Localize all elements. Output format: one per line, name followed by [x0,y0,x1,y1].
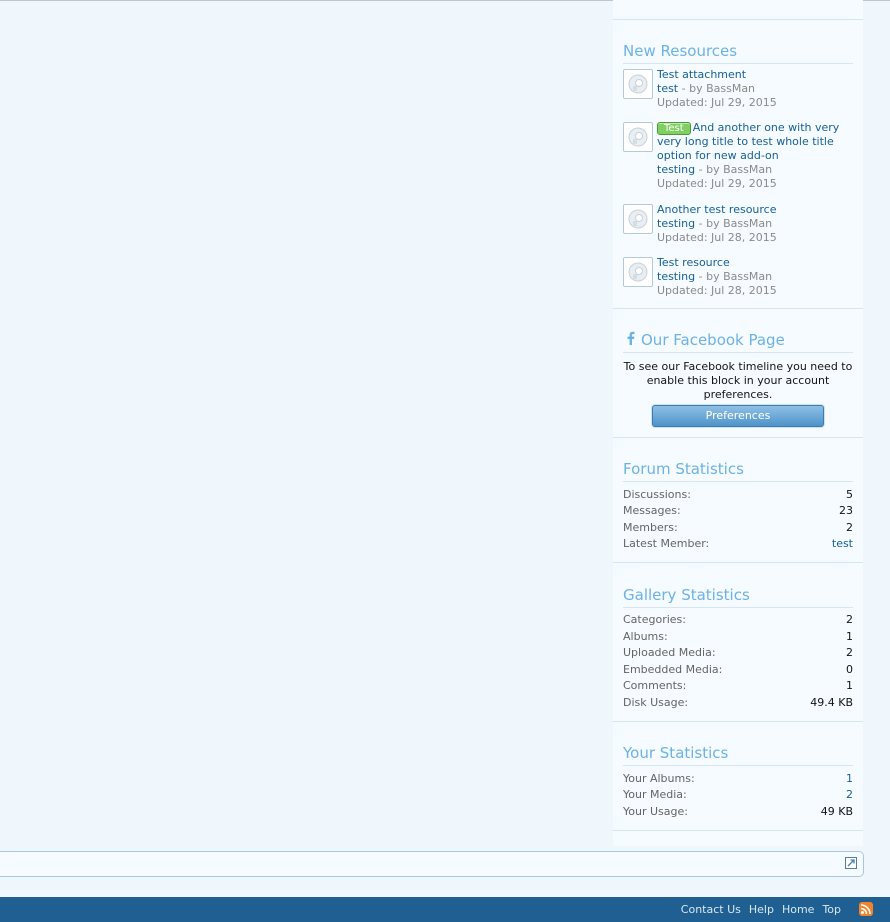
resource-title[interactable]: Test attachment [657,68,853,82]
footer: Contact Us Help Home Top [0,897,890,922]
resource-category[interactable]: testing [657,270,695,283]
footer-link-help[interactable]: Help [749,903,774,916]
facebook-icon [627,331,637,349]
stat-label: Members: [623,521,678,534]
stat-label: Albums: [623,630,668,643]
resource-author: - by BassMan [681,82,756,95]
gallery-statistics-block: Gallery Statistics Categories: 2 Albums: 1… [623,586,853,716]
block-divider [613,19,863,20]
your-statistics-block: Your Statistics Your Albums: 1 Your Media… [623,744,853,824]
gallery-statistics-heading: Gallery Statistics [623,586,853,608]
footer-links: Contact Us Help Home Top [673,903,841,916]
stat-value: 23 [839,504,853,517]
stat-label: Disk Usage: [623,696,689,709]
footer-link-home[interactable]: Home [782,903,814,916]
stat-value: 2 [846,521,853,534]
your-albums-link[interactable]: 1 [846,772,853,786]
share-bar [0,851,864,877]
stat-label: Categories: [623,613,686,626]
stat-label: Your Usage: [623,805,688,818]
stat-label: Your Media: [623,788,687,801]
facebook-block: Our Facebook Page To see our Facebook ti… [623,331,853,431]
new-resources-block: New Resources Test attachment test - by … [623,42,853,302]
stat-value: 49 KB [820,805,853,818]
forum-statistics-heading: Forum Statistics [623,460,853,482]
stat-label: Latest Member: [623,537,710,550]
resource-category[interactable]: testing [657,217,695,230]
stat-label: Comments: [623,679,687,692]
share-expand-icon[interactable] [845,857,857,869]
stat-label: Your Albums: [623,772,695,785]
resource-author: - by BassMan [698,217,773,230]
block-divider [613,437,863,438]
stat-value: 0 [846,663,853,676]
block-divider [613,721,863,722]
stat-value: 5 [846,488,853,501]
footer-link-top[interactable]: Top [822,903,841,916]
facebook-title: Our Facebook Page [641,331,785,349]
block-divider [613,562,863,563]
resource-category[interactable]: test [657,82,678,95]
stat-label: Messages: [623,504,681,517]
resource-avatar-icon[interactable] [623,257,653,287]
main-content-area [0,1,612,846]
new-resources-heading: New Resources [623,42,853,64]
your-media-link[interactable]: 2 [846,788,853,802]
resource-avatar-icon[interactable] [623,122,653,152]
stat-label: Embedded Media: [623,663,723,676]
resource-author: - by BassMan [698,270,773,283]
your-statistics-heading: Your Statistics [623,744,853,766]
block-divider [613,830,863,831]
stat-value: 2 [846,613,853,626]
preferences-button[interactable]: Preferences [652,405,824,427]
resource-avatar-icon[interactable] [623,204,653,234]
stat-value: 1 [846,630,853,643]
footer-link-contact-us[interactable]: Contact Us [681,903,741,916]
resource-title[interactable]: Test resource [657,256,853,270]
resource-updated: Updated: Jul 29, 2015 [657,96,777,109]
stat-label: Discussions: [623,488,691,501]
resource-author: - by BassMan [698,163,773,176]
resource-title[interactable]: Another test resource [657,203,853,217]
stat-label: Uploaded Media: [623,646,716,659]
rss-icon[interactable] [859,902,873,916]
latest-member-link[interactable]: test [832,537,853,551]
facebook-message: To see our Facebook timeline you need to… [623,360,853,401]
stat-value: 49.4 KB [810,696,853,709]
forum-statistics-block: Forum Statistics Discussions: 5 Messages:… [623,460,853,560]
resource-avatar-icon[interactable] [623,69,653,99]
stat-value: 1 [846,679,853,692]
stat-value: 2 [846,646,853,659]
resource-updated: Updated: Jul 29, 2015 [657,177,777,190]
resource-prefix-badge[interactable]: Test [657,122,691,135]
resource-category[interactable]: testing [657,163,695,176]
resource-updated: Updated: Jul 28, 2015 [657,284,777,297]
block-divider [613,308,863,309]
facebook-heading: Our Facebook Page [623,331,853,353]
resource-updated: Updated: Jul 28, 2015 [657,231,777,244]
